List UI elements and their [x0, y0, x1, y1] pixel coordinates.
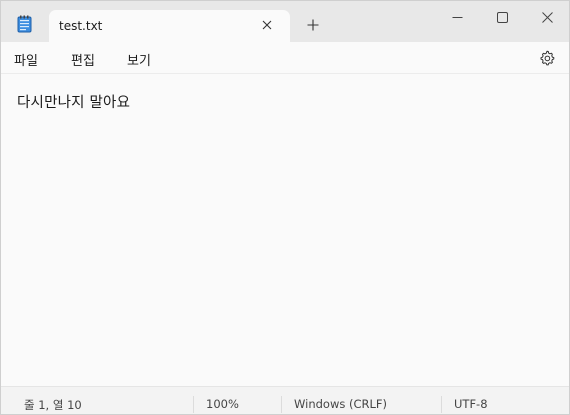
tab-close-icon[interactable] — [260, 18, 274, 32]
menu-file[interactable]: 파일 — [14, 50, 38, 69]
menu-view[interactable]: 보기 — [127, 50, 151, 69]
close-icon[interactable] — [524, 1, 570, 33]
title-bar[interactable]: test.txt — [1, 1, 569, 42]
status-divider — [193, 396, 194, 413]
menu-bar: 파일 편집 보기 — [1, 42, 569, 74]
gear-icon[interactable] — [538, 49, 556, 67]
menu-edit[interactable]: 편집 — [71, 50, 95, 69]
status-bar: 줄 1, 열 10 100% Windows (CRLF) UTF-8 — [1, 386, 569, 414]
notepad-window: test.txt 파일 편집 보기 다시만나지 말아요 줄 1, 열 10 10… — [0, 0, 570, 415]
status-divider — [281, 396, 282, 413]
zoom-level[interactable]: 100% — [206, 397, 239, 411]
tab-title: test.txt — [59, 19, 103, 33]
plus-icon[interactable] — [304, 16, 322, 34]
editor-content[interactable]: 다시만나지 말아요 — [17, 91, 130, 112]
line-ending[interactable]: Windows (CRLF) — [294, 397, 387, 411]
maximize-icon[interactable] — [479, 1, 525, 33]
text-editor[interactable]: 다시만나지 말아요 — [1, 75, 569, 386]
minimize-icon[interactable] — [434, 1, 480, 33]
tab-test-txt[interactable]: test.txt — [49, 10, 290, 42]
encoding[interactable]: UTF-8 — [454, 397, 488, 411]
cursor-position: 줄 1, 열 10 — [24, 398, 82, 412]
notepad-icon — [17, 15, 32, 33]
status-divider — [441, 396, 442, 413]
